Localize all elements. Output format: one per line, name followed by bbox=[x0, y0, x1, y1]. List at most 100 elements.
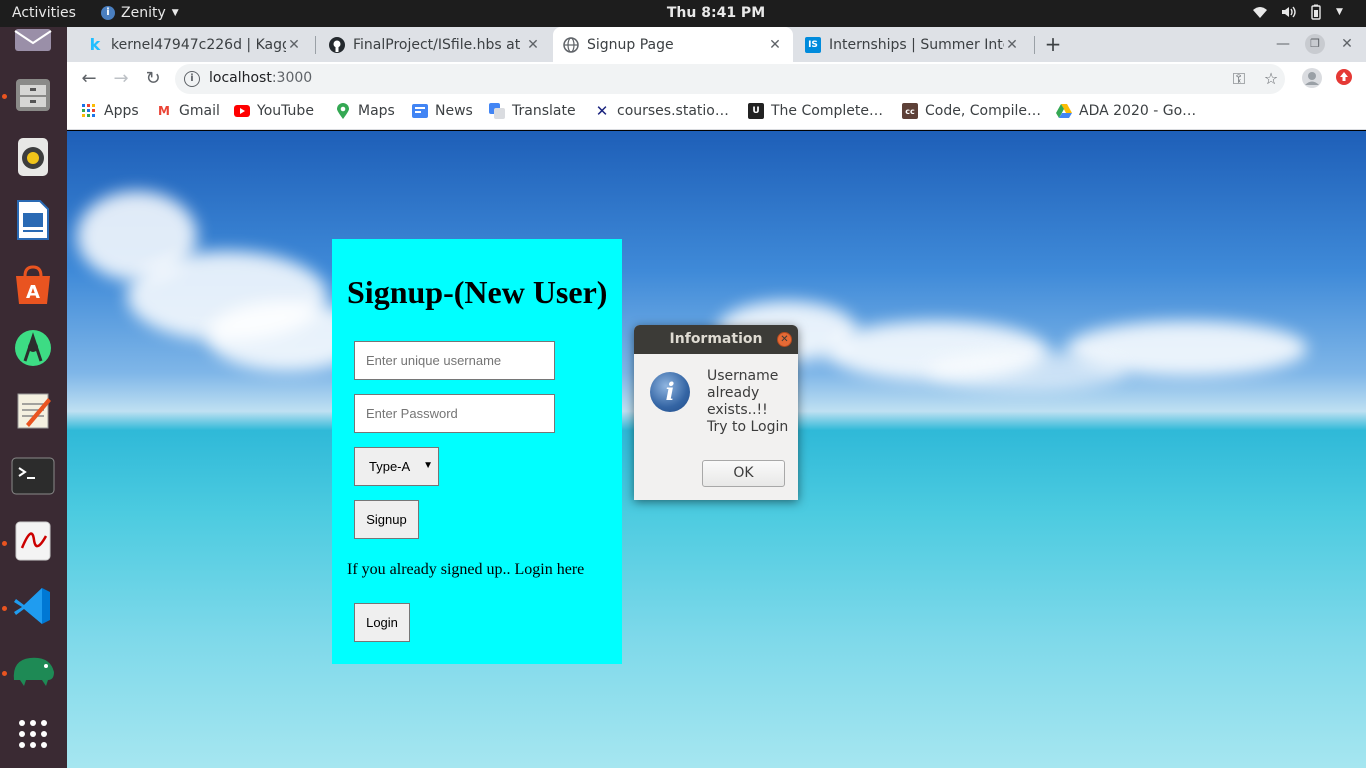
udemy-icon: U bbox=[748, 103, 764, 119]
ubuntu-software-icon[interactable]: A bbox=[10, 262, 56, 308]
update-available-icon[interactable] bbox=[1333, 68, 1355, 90]
system-top-bar: Activities i Zenity ▼ Thu 8:41 PM ▼ bbox=[0, 0, 1366, 27]
browser-tab-strip: k kernel47947c226d | Kaggle ✕ FinalProje… bbox=[67, 27, 1366, 62]
github-icon bbox=[329, 36, 345, 53]
tab-separator bbox=[1034, 36, 1035, 54]
android-studio-icon[interactable] bbox=[10, 325, 56, 371]
close-tab-icon[interactable]: ✕ bbox=[525, 37, 541, 53]
message-line: Try to Login bbox=[707, 419, 789, 435]
battery-icon bbox=[1308, 4, 1324, 20]
translate-icon bbox=[489, 103, 505, 119]
bookmark-apps[interactable]: Apps bbox=[81, 103, 139, 119]
back-button[interactable]: ← bbox=[77, 67, 101, 91]
bookmark-label: Translate bbox=[512, 103, 576, 119]
rhythmbox-icon[interactable] bbox=[10, 134, 56, 180]
login-prompt-text: If you already signed up.. Login here bbox=[347, 561, 585, 578]
forward-button[interactable]: → bbox=[109, 67, 133, 91]
files-icon[interactable] bbox=[10, 71, 56, 117]
text-editor-icon[interactable] bbox=[10, 388, 56, 434]
tab-github[interactable]: FinalProject/ISfile.hbs at master ✕ bbox=[319, 27, 551, 62]
clock[interactable]: Thu 8:41 PM bbox=[0, 5, 1366, 21]
running-indicator bbox=[2, 671, 7, 676]
apps-grid-icon bbox=[81, 103, 97, 119]
mail-icon[interactable] bbox=[10, 15, 56, 61]
site-info-icon[interactable]: i bbox=[184, 71, 200, 87]
tab-title: Signup Page bbox=[587, 36, 674, 53]
select-value: Type-A bbox=[369, 459, 411, 474]
close-tab-icon[interactable]: ✕ bbox=[286, 37, 302, 53]
bookmark-label: The Complete… bbox=[771, 103, 883, 119]
running-indicator bbox=[2, 94, 7, 99]
user-type-select[interactable]: Type-A ▼ bbox=[354, 447, 439, 486]
news-icon bbox=[412, 103, 428, 119]
tab-internshala[interactable]: IS Internships | Summer Internships ✕ bbox=[795, 27, 1030, 62]
bookmark-label: Maps bbox=[358, 103, 395, 119]
message-line: exists..!! bbox=[707, 402, 768, 418]
message-line: already bbox=[707, 385, 760, 401]
username-input[interactable] bbox=[354, 341, 555, 380]
tab-signup-page[interactable]: Signup Page ✕ bbox=[553, 27, 793, 62]
close-icon[interactable]: ✕ bbox=[777, 332, 792, 347]
globe-icon bbox=[563, 36, 579, 53]
libreoffice-writer-icon[interactable] bbox=[10, 197, 56, 243]
bookmark-udemy[interactable]: U The Complete… bbox=[748, 103, 883, 119]
bookmark-label: ADA 2020 - Go… bbox=[1079, 103, 1197, 119]
close-tab-icon[interactable]: ✕ bbox=[1004, 37, 1020, 53]
url-text: localhost:3000 bbox=[209, 70, 313, 86]
new-tab-button[interactable]: + bbox=[1041, 33, 1065, 57]
gmail-icon: M bbox=[158, 104, 170, 118]
vscode-icon[interactable] bbox=[10, 583, 56, 629]
bookmark-star-icon[interactable]: ☆ bbox=[1260, 68, 1282, 90]
mysql-workbench-icon[interactable] bbox=[10, 647, 56, 693]
show-applications-icon[interactable] bbox=[10, 711, 56, 757]
running-indicator bbox=[2, 541, 7, 546]
login-button[interactable]: Login bbox=[354, 603, 410, 642]
system-menu-chevron-icon: ▼ bbox=[1336, 7, 1343, 17]
bookmark-label: Apps bbox=[104, 103, 139, 119]
tab-title: kernel47947c226d | Kaggle bbox=[111, 36, 286, 53]
wifi-icon bbox=[1252, 4, 1268, 20]
reload-button[interactable]: ↻ bbox=[141, 67, 165, 91]
bookmark-courses[interactable]: ✕ courses.statio… bbox=[594, 102, 729, 120]
profile-avatar-icon[interactable] bbox=[1301, 68, 1323, 90]
background-cloud bbox=[927, 351, 1127, 391]
running-indicator bbox=[2, 606, 7, 611]
volume-icon bbox=[1280, 4, 1296, 20]
youtube-icon bbox=[234, 103, 250, 119]
bookmarks-bar: Apps M Gmail YouTube Maps News Translate… bbox=[67, 96, 1366, 130]
signup-button[interactable]: Signup bbox=[354, 500, 419, 539]
tab-kaggle[interactable]: k kernel47947c226d | Kaggle ✕ bbox=[77, 27, 312, 62]
minimize-window-button[interactable]: — bbox=[1273, 34, 1293, 54]
system-tray[interactable]: ▼ bbox=[1252, 4, 1352, 20]
terminal-icon[interactable] bbox=[10, 453, 56, 499]
bookmark-label: News bbox=[435, 103, 473, 119]
bookmark-code-compile[interactable]: cc Code, Compile… bbox=[902, 103, 1041, 119]
key-icon[interactable]: ⚿ bbox=[1228, 68, 1250, 90]
bookmark-gmail[interactable]: M Gmail bbox=[156, 103, 220, 119]
address-bar[interactable]: i localhost:3000 ⚿ ☆ bbox=[175, 64, 1285, 94]
ubuntu-dock: A bbox=[0, 27, 67, 768]
info-icon: i bbox=[650, 372, 690, 412]
tab-title: FinalProject/ISfile.hbs at master bbox=[353, 36, 525, 53]
bookmark-maps[interactable]: Maps bbox=[335, 103, 395, 119]
tab-separator bbox=[315, 36, 316, 54]
bookmark-translate[interactable]: Translate bbox=[489, 103, 576, 119]
signup-card: Signup-(New User) Type-A ▼ Signup If you… bbox=[332, 239, 622, 664]
password-input[interactable] bbox=[354, 394, 555, 433]
ok-button[interactable]: OK bbox=[702, 460, 785, 487]
bookmark-ada-2020[interactable]: ADA 2020 - Go… bbox=[1056, 103, 1196, 119]
bookmark-news[interactable]: News bbox=[412, 103, 473, 119]
bookmark-youtube[interactable]: YouTube bbox=[234, 103, 314, 119]
dialog-title: Information bbox=[634, 325, 798, 354]
message-line: Username bbox=[707, 368, 779, 384]
drive-icon bbox=[1056, 103, 1072, 119]
restore-window-button[interactable]: ❐ bbox=[1305, 34, 1325, 54]
bookmark-label: courses.statio… bbox=[617, 103, 729, 119]
bookmark-label: Gmail bbox=[179, 103, 220, 119]
close-window-button[interactable]: ✕ bbox=[1337, 34, 1357, 54]
page-title: Signup-(New User) bbox=[347, 274, 608, 310]
svg-text:A: A bbox=[26, 282, 40, 303]
pdf-viewer-icon[interactable] bbox=[10, 518, 56, 564]
maps-icon bbox=[335, 103, 351, 119]
close-tab-icon[interactable]: ✕ bbox=[767, 37, 783, 53]
